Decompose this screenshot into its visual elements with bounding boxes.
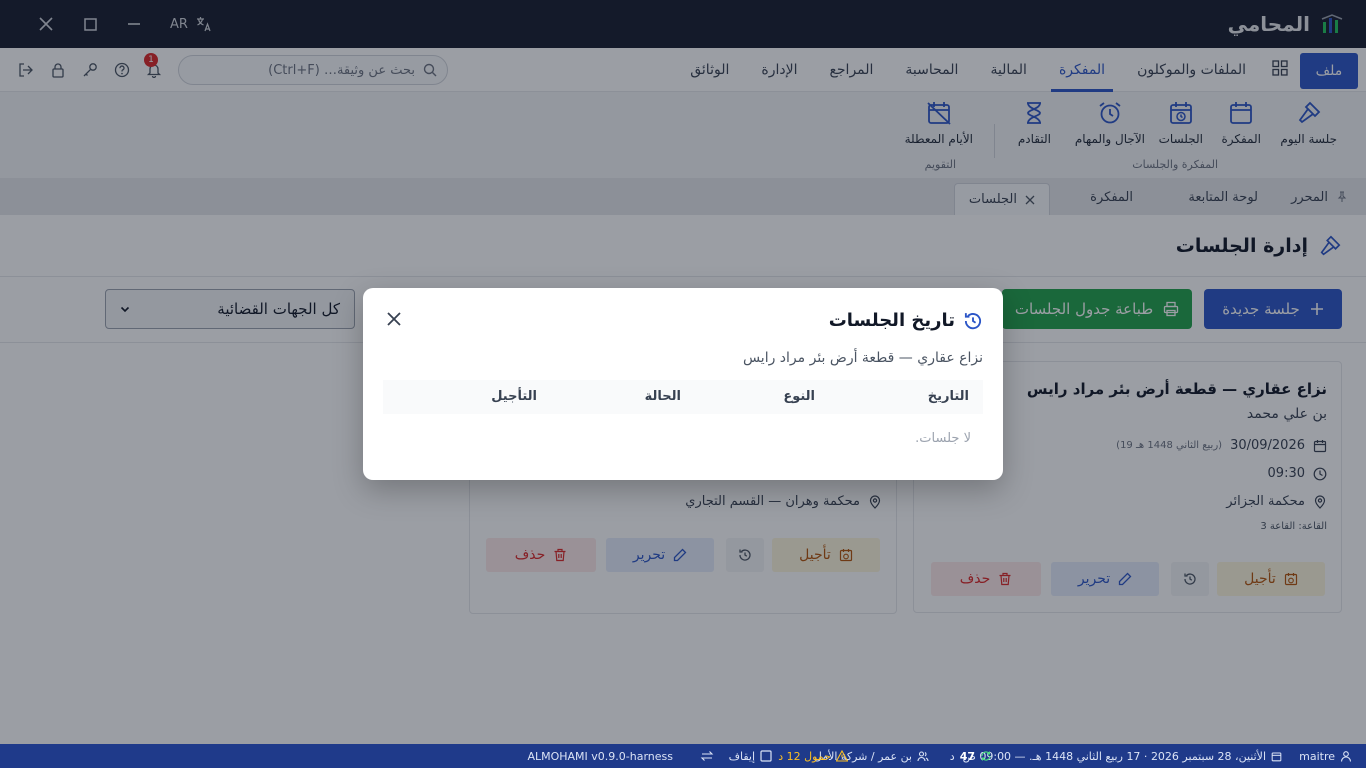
status-pause-button[interactable]: إيقاف bbox=[729, 744, 772, 768]
column-date: التاريخ bbox=[927, 389, 969, 404]
column-status: الحالة bbox=[644, 389, 681, 404]
status-datetime-text: الأثنين، 28 سبتمبر 2026 · 17 ربيع الثاني… bbox=[962, 749, 1266, 763]
status-pause-label: إيقاف bbox=[728, 749, 755, 763]
calendar-icon bbox=[1271, 751, 1282, 761]
status-user-name: maitre bbox=[1299, 749, 1335, 763]
users-icon bbox=[917, 751, 929, 762]
user-icon bbox=[1340, 751, 1352, 762]
status-sync-count: 47 bbox=[959, 749, 975, 763]
stop-square-icon bbox=[760, 750, 772, 762]
empty-state: لا جلسات. bbox=[915, 431, 971, 446]
sessions-history-dialog: تاريخ الجلسات نزاع عقاري — قطعة أرض بئر … bbox=[363, 288, 1003, 480]
status-datetime: الأثنين، 28 سبتمبر 2026 · 17 ربيع الثاني… bbox=[963, 744, 1282, 768]
status-sync: 47 د bbox=[950, 744, 992, 768]
status-sync-unit: د bbox=[949, 749, 955, 763]
status-refresh-icon[interactable] bbox=[700, 744, 714, 768]
sync-icon bbox=[981, 751, 991, 761]
status-user: maitre bbox=[1299, 744, 1352, 768]
column-type: النوع bbox=[783, 389, 815, 404]
status-load-text: حمول 12 د bbox=[778, 749, 831, 763]
status-version: ALMOHAMI v0.9.0-harness bbox=[527, 749, 673, 763]
close-dialog-icon[interactable] bbox=[387, 312, 401, 326]
warning-icon bbox=[836, 750, 848, 762]
column-postponement: التأجيل bbox=[491, 389, 537, 404]
dialog-case-name: نزاع عقاري — قطعة أرض بئر مراد رايس bbox=[742, 350, 983, 366]
status-bar: maitre الأثنين، 28 سبتمبر 2026 · 17 ربيع… bbox=[0, 744, 1366, 768]
dialog-title-text: تاريخ الجلسات bbox=[828, 310, 955, 331]
history-icon bbox=[964, 312, 982, 329]
status-load: حمول 12 د bbox=[778, 744, 848, 768]
history-table-header: التاريخ النوع الحالة التأجيل bbox=[383, 380, 983, 414]
dialog-title: تاريخ الجلسات bbox=[829, 310, 983, 331]
